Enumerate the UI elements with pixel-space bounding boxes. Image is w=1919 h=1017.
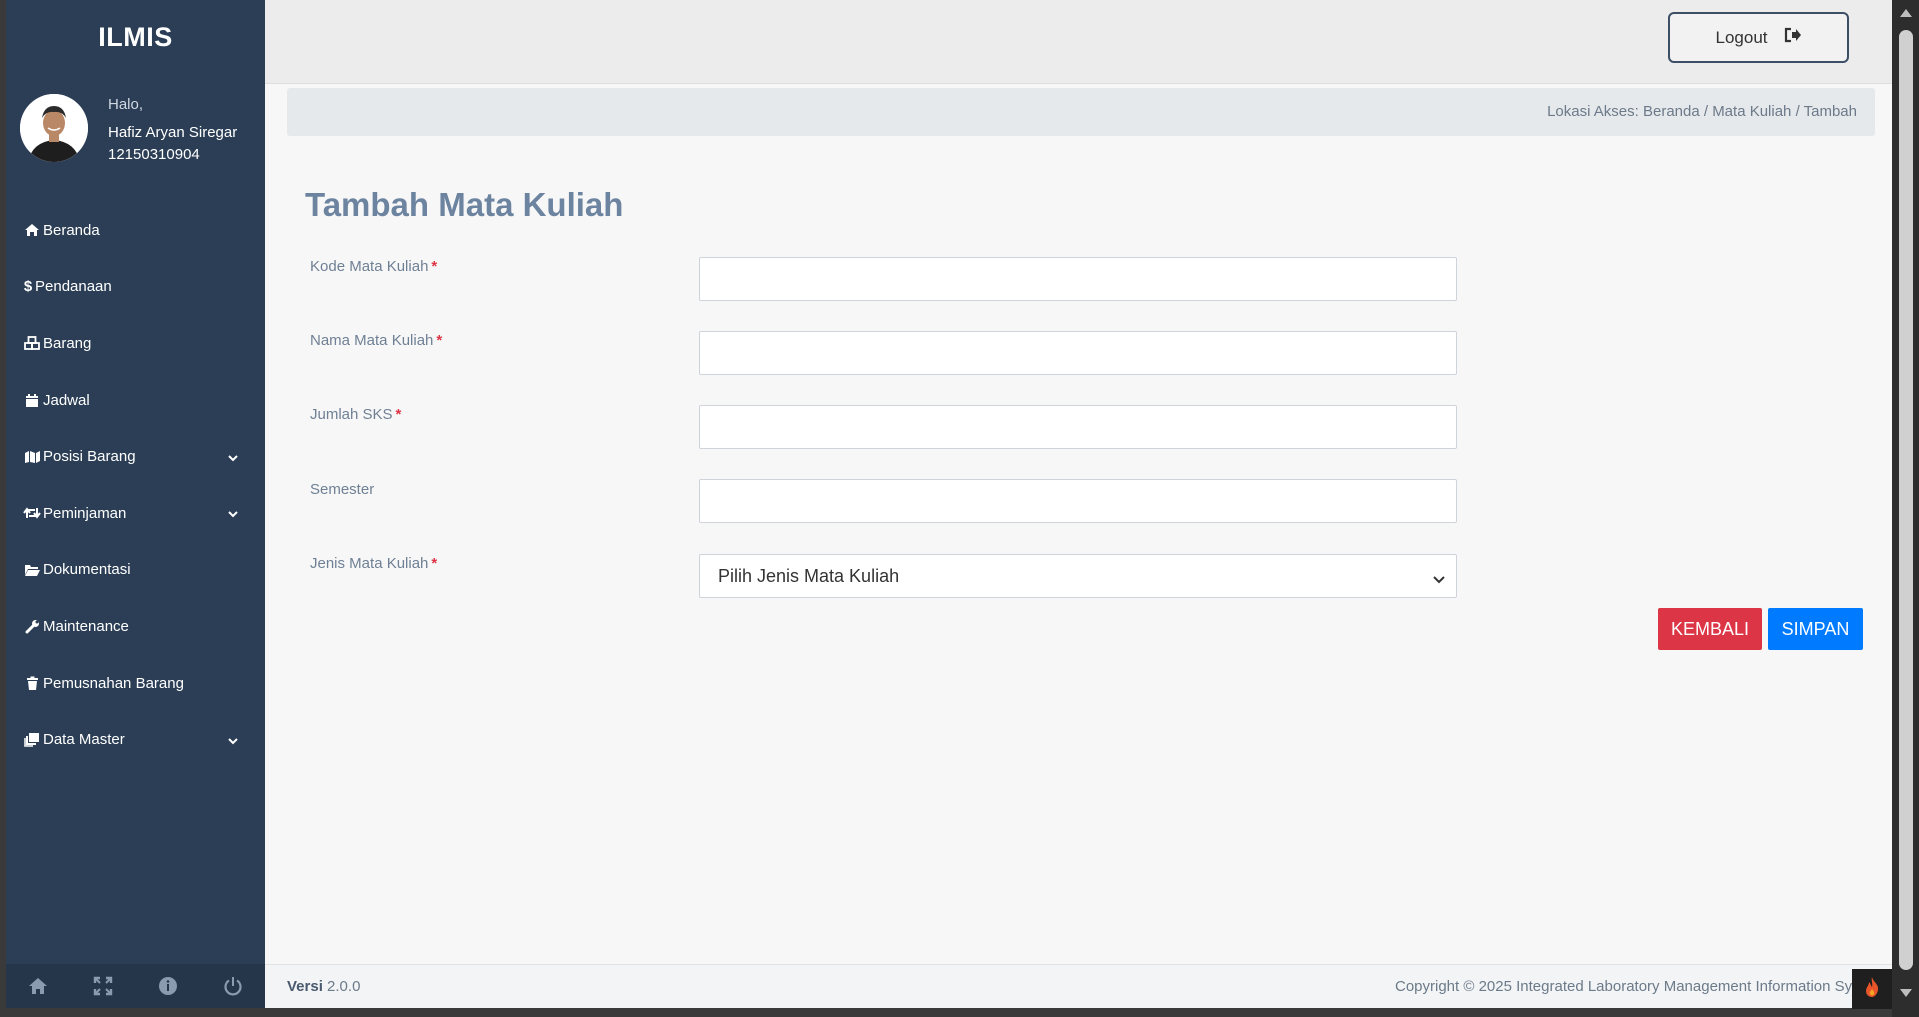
sidebar-item-label: Jadwal	[43, 391, 90, 409]
required-marker: *	[431, 258, 438, 275]
back-button[interactable]: KEMBALI	[1658, 608, 1762, 650]
brand-logo[interactable]: ILMIS	[6, 22, 265, 53]
sign-out-icon	[1784, 27, 1802, 48]
home-icon[interactable]	[26, 974, 50, 998]
copyright-text: Copyright © 2025 Integrated Laboratory M…	[1395, 978, 1873, 995]
power-icon[interactable]	[221, 974, 245, 998]
vertical-scrollbar[interactable]	[1892, 0, 1919, 1017]
sidebar-item-label: Data Master	[43, 731, 125, 749]
sidebar-item-peminjaman[interactable]: Peminjaman	[6, 485, 265, 542]
required-marker: *	[395, 406, 402, 423]
version-number: 2.0.0	[327, 978, 361, 995]
sidebar-item-posisi-barang[interactable]: Posisi Barang	[6, 428, 265, 485]
avatar	[20, 94, 88, 162]
version-info: Versi 2.0.0	[287, 978, 360, 995]
nama-mata-kuliah-input[interactable]	[699, 331, 1457, 375]
sidebar-item-jadwal[interactable]: Jadwal	[6, 372, 265, 429]
scrollbar-thumb[interactable]	[1899, 30, 1913, 970]
kode-mata-kuliah-input[interactable]	[699, 257, 1457, 301]
sidebar-item-beranda[interactable]: Beranda	[6, 202, 265, 259]
calendar-icon	[23, 392, 41, 408]
trash-icon	[23, 675, 41, 691]
breadcrumb-text: Lokasi Akses: Beranda / Mata Kuliah / Ta…	[1547, 103, 1857, 120]
scroll-down-icon[interactable]	[1899, 986, 1913, 1004]
field-label: Jumlah SKS	[310, 406, 393, 423]
map-icon	[23, 449, 41, 465]
wrench-icon	[23, 618, 41, 634]
sidebar-item-pendanaan[interactable]: $ Pendanaan	[6, 259, 265, 316]
required-marker: *	[436, 332, 443, 349]
breadcrumb: Lokasi Akses: Beranda / Mata Kuliah / Ta…	[287, 88, 1875, 136]
sidebar-item-label: Barang	[43, 334, 92, 352]
field-label: Semester	[310, 481, 375, 498]
logout-button[interactable]: Logout	[1668, 12, 1849, 63]
select-value: Pilih Jenis Mata Kuliah	[718, 565, 900, 586]
chevron-down-icon[interactable]	[227, 451, 239, 468]
folder-open-icon	[23, 562, 41, 578]
info-icon[interactable]	[156, 974, 180, 998]
sidebar-item-label: Pendanaan	[35, 278, 112, 296]
scroll-up-icon[interactable]	[1899, 6, 1913, 24]
sidebar-footer	[6, 964, 265, 1008]
fire-icon	[1863, 976, 1881, 1003]
semester-label: Semester	[310, 481, 374, 498]
dollar-icon: $	[23, 278, 33, 296]
page-title: Tambah Mata Kuliah	[305, 186, 624, 223]
expand-icon[interactable]	[91, 974, 115, 998]
save-button[interactable]: SIMPAN	[1768, 608, 1863, 650]
top-bar: Logout	[265, 0, 1892, 84]
sidebar-menu: Beranda $ Pendanaan Barang Jadwal Posisi…	[6, 202, 265, 768]
jumlah-sks-label: Jumlah SKS *	[310, 406, 401, 423]
sidebar-item-label: Dokumentasi	[43, 561, 131, 579]
page-footer: Versi 2.0.0 Copyright © 2025 Integrated …	[265, 964, 1892, 1008]
sidebar-item-data-master[interactable]: Data Master	[6, 711, 265, 768]
home-icon	[23, 222, 41, 238]
sidebar-item-pemusnahan-barang[interactable]: Pemusnahan Barang	[6, 655, 265, 712]
sidebar-item-label: Peminjaman	[43, 504, 127, 522]
logout-label: Logout	[1715, 27, 1768, 47]
user-greeting: Halo,	[108, 96, 144, 113]
field-label: Kode Mata Kuliah	[310, 258, 429, 275]
cubes-icon	[23, 335, 41, 351]
sidebar-item-label: Pemusnahan Barang	[43, 674, 184, 692]
chevron-down-icon[interactable]	[227, 507, 239, 524]
jenis-mata-kuliah-select[interactable]: Pilih Jenis Mata Kuliah	[699, 554, 1457, 598]
app-window: ILMIS Halo, Hafiz Aryan Siregar 12150310…	[6, 0, 1892, 1008]
field-label: Jenis Mata Kuliah	[310, 555, 429, 572]
sidebar-item-barang[interactable]: Barang	[6, 315, 265, 372]
sidebar-item-label: Maintenance	[43, 617, 129, 635]
user-id: 12150310904	[108, 146, 200, 163]
required-marker: *	[431, 555, 438, 572]
jenis-mata-kuliah-label: Jenis Mata Kuliah *	[310, 555, 437, 572]
sidebar-item-maintenance[interactable]: Maintenance	[6, 598, 265, 655]
sidebar-item-label: Beranda	[43, 221, 100, 239]
retweet-icon	[23, 505, 41, 521]
debug-toolbar-button[interactable]	[1852, 969, 1892, 1009]
clone-icon	[23, 732, 41, 748]
version-label: Versi	[287, 978, 323, 995]
semester-input[interactable]	[699, 479, 1457, 523]
sidebar-item-dokumentasi[interactable]: Dokumentasi	[6, 542, 265, 599]
chevron-down-icon	[1432, 570, 1446, 591]
jumlah-sks-input[interactable]	[699, 405, 1457, 449]
kode-mata-kuliah-label: Kode Mata Kuliah *	[310, 258, 437, 275]
field-label: Nama Mata Kuliah	[310, 332, 434, 349]
chevron-down-icon[interactable]	[227, 734, 239, 751]
nama-mata-kuliah-label: Nama Mata Kuliah *	[310, 332, 442, 349]
sidebar: ILMIS Halo, Hafiz Aryan Siregar 12150310…	[6, 0, 265, 1008]
sidebar-item-label: Posisi Barang	[43, 448, 136, 466]
user-name: Hafiz Aryan Siregar	[108, 124, 238, 141]
